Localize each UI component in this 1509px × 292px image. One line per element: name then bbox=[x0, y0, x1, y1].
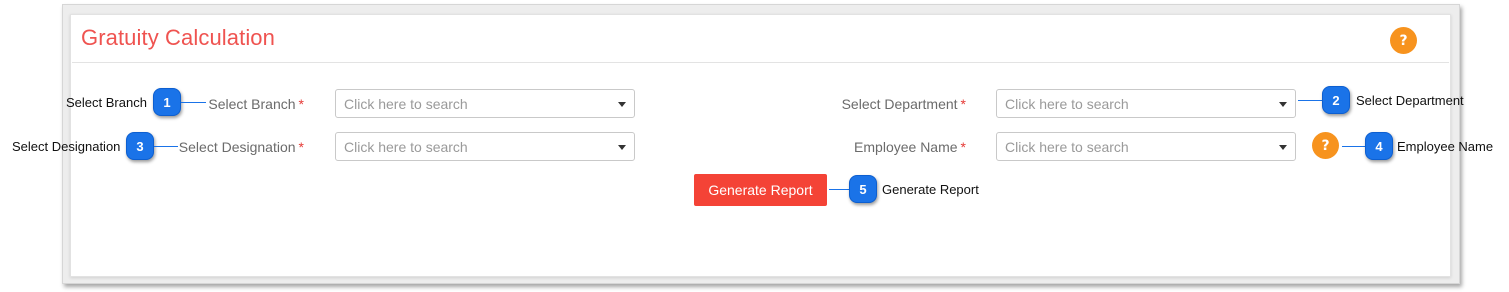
callout-3-line bbox=[154, 146, 178, 147]
callout-2-line bbox=[1298, 100, 1322, 101]
panel-title: Gratuity Calculation bbox=[81, 25, 275, 50]
callout-3-text: Select Designation bbox=[12, 139, 121, 154]
callout-4-line bbox=[1342, 146, 1365, 147]
employee-select-placeholder: Click here to search bbox=[1005, 139, 1129, 155]
branch-select-placeholder: Click here to search bbox=[344, 96, 468, 112]
department-select-placeholder: Click here to search bbox=[1005, 96, 1129, 112]
callout-2-text: Select Department bbox=[1356, 93, 1464, 108]
callout-2-badge: 2 bbox=[1322, 86, 1350, 114]
callout-5-badge: 5 bbox=[849, 175, 877, 203]
designation-select[interactable]: Click here to search bbox=[335, 132, 635, 161]
branch-label: Select Branch * bbox=[208, 96, 304, 112]
required-mark: * bbox=[960, 139, 966, 155]
help-icon[interactable]: ? bbox=[1390, 27, 1417, 54]
department-label: Select Department * bbox=[842, 96, 966, 112]
designation-label: Select Designation * bbox=[179, 139, 304, 155]
required-mark: * bbox=[298, 96, 304, 112]
callout-3-badge: 3 bbox=[126, 132, 154, 160]
callout-4-badge: 4 bbox=[1365, 132, 1393, 160]
designation-select-placeholder: Click here to search bbox=[344, 139, 468, 155]
callout-5-text: Generate Report bbox=[882, 182, 979, 197]
employee-select[interactable]: Click here to search bbox=[996, 132, 1296, 161]
department-select[interactable]: Click here to search bbox=[996, 89, 1296, 118]
callout-1-line bbox=[181, 102, 206, 103]
chevron-down-icon bbox=[1279, 102, 1287, 107]
employee-help-icon[interactable]: ? bbox=[1312, 132, 1339, 159]
page: Gratuity Calculation ? Select Branch * Cl… bbox=[0, 0, 1509, 292]
branch-label-text: Select Branch bbox=[208, 96, 296, 112]
generate-report-button[interactable]: Generate Report bbox=[694, 174, 827, 206]
required-mark: * bbox=[298, 139, 304, 155]
employee-label-text: Employee Name bbox=[854, 139, 958, 155]
required-mark: * bbox=[960, 96, 966, 112]
callout-1-badge: 1 bbox=[153, 88, 181, 116]
department-label-text: Select Department bbox=[841, 96, 958, 112]
callout-1-text: Select Branch bbox=[66, 95, 147, 110]
branch-select[interactable]: Click here to search bbox=[335, 89, 635, 118]
callout-5-line bbox=[829, 189, 849, 190]
chevron-down-icon bbox=[618, 102, 626, 107]
designation-label-text: Select Designation bbox=[178, 139, 296, 155]
title-divider bbox=[72, 62, 1449, 63]
chevron-down-icon bbox=[1279, 145, 1287, 150]
callout-4-text: Employee Name bbox=[1397, 139, 1494, 154]
employee-label: Employee Name * bbox=[854, 139, 966, 155]
chevron-down-icon bbox=[618, 145, 626, 150]
